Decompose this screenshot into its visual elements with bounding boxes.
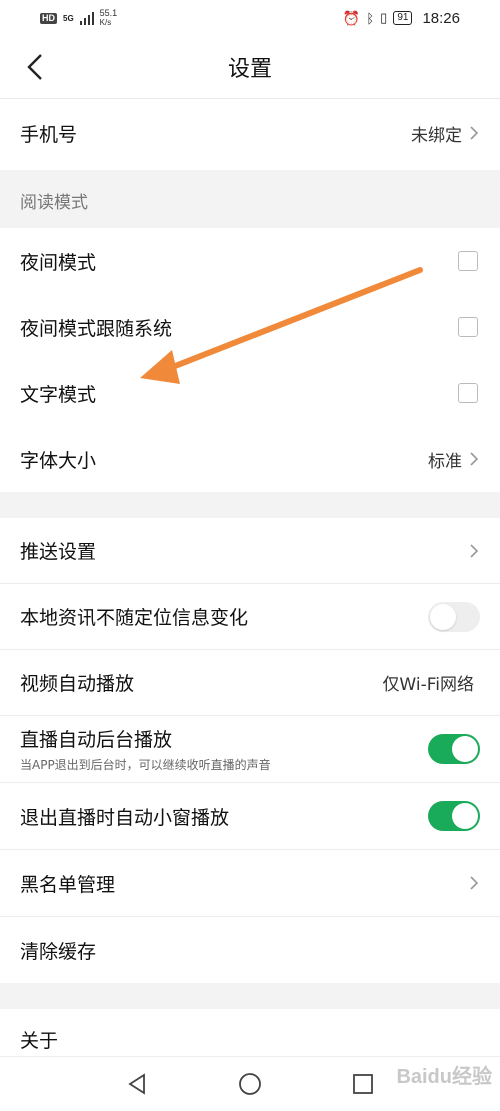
local-news-label: 本地资讯不随定位信息变化 bbox=[20, 607, 249, 629]
signal-icon bbox=[79, 11, 94, 25]
live-background-row[interactable]: 直播自动后台播放 当APP退出到后台时，可以继续收听直播的声音 bbox=[0, 716, 500, 783]
video-autoplay-row[interactable]: 视频自动播放 仅Wi-Fi网络 bbox=[0, 650, 500, 716]
video-autoplay-value: 仅Wi-Fi网络 bbox=[382, 675, 474, 695]
live-miniwindow-row[interactable]: 退出直播时自动小窗播放 bbox=[0, 783, 500, 850]
recents-square-icon[interactable] bbox=[352, 1073, 374, 1095]
back-button[interactable] bbox=[20, 50, 50, 84]
back-triangle-icon[interactable] bbox=[126, 1073, 148, 1095]
text-mode-checkbox[interactable] bbox=[458, 383, 478, 403]
font-size-value: 标准 bbox=[428, 451, 462, 472]
page-title: 设置 bbox=[227, 57, 272, 82]
text-mode-label: 文字模式 bbox=[20, 383, 97, 406]
push-settings-label: 推送设置 bbox=[20, 541, 97, 563]
phone-value: 未绑定 bbox=[411, 125, 462, 146]
chevron-left-icon bbox=[27, 54, 42, 80]
chevron-right-icon bbox=[470, 876, 479, 890]
night-mode-label: 夜间模式 bbox=[20, 251, 97, 274]
night-follow-system-label: 夜间模式跟随系统 bbox=[20, 317, 173, 340]
live-miniwindow-label: 退出直播时自动小窗播放 bbox=[20, 806, 230, 829]
local-news-row[interactable]: 本地资讯不随定位信息变化 bbox=[0, 584, 500, 650]
chevron-right-icon bbox=[470, 452, 479, 466]
clear-cache-row[interactable]: 清除缓存 bbox=[0, 917, 500, 983]
section-header-reading: 阅读模式 bbox=[0, 170, 500, 230]
live-background-label: 直播自动后台播放 bbox=[20, 729, 173, 751]
clear-cache-label: 清除缓存 bbox=[20, 940, 97, 963]
section-divider bbox=[0, 983, 500, 1009]
home-circle-icon[interactable] bbox=[238, 1072, 262, 1096]
live-background-description: 当APP退出到后台时，可以继续收听直播的声音 bbox=[20, 758, 271, 772]
local-news-toggle[interactable] bbox=[428, 601, 480, 632]
status-time: 18:26 bbox=[422, 9, 460, 27]
battery-icon: 91 bbox=[393, 11, 413, 25]
hd-badge: HD bbox=[40, 12, 57, 24]
night-follow-system-row[interactable]: 夜间模式跟随系统 bbox=[0, 294, 500, 360]
network-speed: 55.1 K/s bbox=[99, 8, 118, 28]
font-size-row[interactable]: 字体大小 标准 bbox=[0, 426, 500, 492]
watermark-text: Baidu经验 bbox=[396, 1066, 492, 1088]
nav-bar: 设置 bbox=[0, 36, 500, 99]
blacklist-row[interactable]: 黑名单管理 bbox=[0, 850, 500, 917]
night-mode-checkbox[interactable] bbox=[458, 251, 478, 271]
about-label: 关于 bbox=[20, 1029, 59, 1052]
push-settings-row[interactable]: 推送设置 bbox=[0, 518, 500, 584]
network-generation: 5G bbox=[63, 13, 74, 23]
vibrate-icon: ▯ bbox=[380, 10, 388, 25]
phone-row[interactable]: 手机号 未绑定 bbox=[0, 100, 500, 166]
phone-label: 手机号 bbox=[20, 123, 78, 146]
night-follow-system-checkbox[interactable] bbox=[458, 317, 478, 337]
bluetooth-icon: ᛒ bbox=[366, 10, 375, 26]
status-bar: HD 5G 55.1 K/s ⏰ ᛒ ▯ 91 18:26 bbox=[0, 0, 500, 36]
blacklist-label: 黑名单管理 bbox=[20, 873, 116, 896]
video-autoplay-label: 视频自动播放 bbox=[20, 673, 135, 695]
chevron-right-icon bbox=[470, 543, 479, 558]
text-mode-row[interactable]: 文字模式 bbox=[0, 360, 500, 426]
font-size-label: 字体大小 bbox=[20, 449, 97, 472]
chevron-right-icon bbox=[470, 126, 479, 140]
live-miniwindow-toggle[interactable] bbox=[428, 801, 480, 831]
live-background-toggle[interactable] bbox=[428, 734, 480, 764]
night-mode-row[interactable]: 夜间模式 bbox=[0, 228, 500, 294]
section-divider bbox=[0, 492, 500, 518]
alarm-icon: ⏰ bbox=[342, 9, 361, 26]
